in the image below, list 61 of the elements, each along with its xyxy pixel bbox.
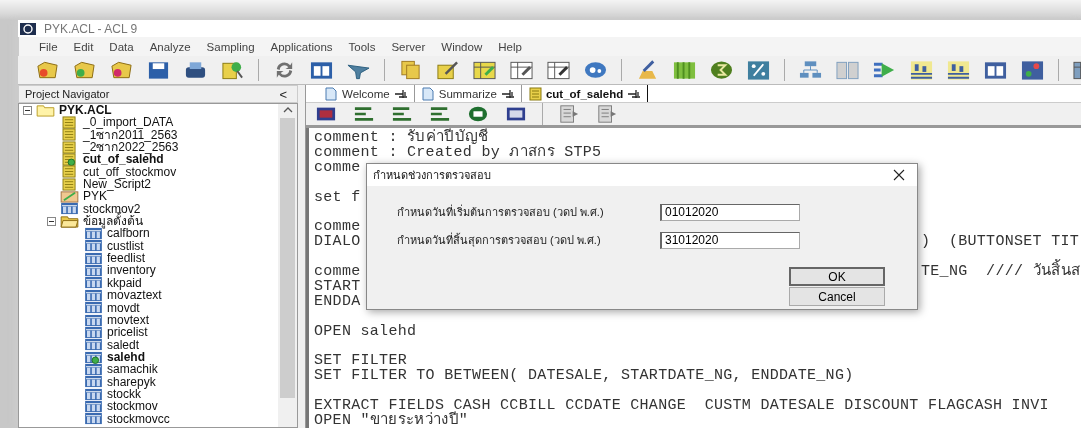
code-line: OPEN salehd [314,323,417,339]
code-line: comme [314,159,361,175]
tree-item[interactable]: calfborn [107,227,150,240]
menu-item[interactable]: Help [490,40,530,53]
dialog-title: กำหนดช่วงการตรวจสอบ [373,168,491,183]
tree-item[interactable]: cut_off_stockmov [83,165,177,179]
tree-item[interactable]: samachik [107,363,158,376]
tab[interactable]: Welcome [318,85,415,102]
menu-item[interactable]: Data [101,40,142,53]
code-line: SET FILTER TO BETWEEN( DATESALE, STARTDATE_NG, ENDDATE_NG) [314,368,854,384]
tree-item[interactable]: kkpaid [107,276,142,290]
tree-item[interactable]: _2ซาก2022_2563 [83,141,179,154]
code-line: ) (BUTTONSET TIT [921,232,1080,252]
tree-item[interactable]: movdt [107,301,140,314]
date-field[interactable]: 31012020 [660,231,800,249]
tree-item[interactable]: salehd [107,350,145,364]
code-line: comme [314,264,361,279]
tree-item[interactable]: sharepyk [107,375,156,388]
tree-item[interactable]: feedlist [107,252,146,265]
tree-item[interactable]: _0_import_DATA [83,116,174,129]
menu-item[interactable]: File [31,40,66,53]
code-line: comment : Created by ภาสกร STP5 [314,144,602,160]
menu-item[interactable]: Applications [262,40,341,53]
code-line: ENDDA [314,293,361,309]
tree-item[interactable]: stockmovcc [107,412,170,425]
menu-item[interactable]: Sampling [198,40,263,53]
tree-item[interactable]: movtext [107,313,149,327]
code-line: DIALO [314,234,361,250]
code-line: set f [314,189,361,205]
tree-item[interactable]: custlist [107,239,144,253]
code-line: comment : รับค่าปีบัญชี [314,130,489,145]
window-title: PYK.ACL - ACL 9 [44,21,138,36]
menu-item[interactable]: Tools [340,40,384,53]
panel-title: Project Navigator [25,88,110,100]
tab[interactable]: cut_of_salehd [521,85,649,102]
tree-item[interactable]: pricelist [107,326,148,339]
menu-item[interactable]: Edit [65,40,102,53]
ok-button[interactable]: OK [789,267,885,286]
menu-item[interactable]: Window [433,40,491,53]
menu-item[interactable]: Analyze [141,40,199,53]
menu-item[interactable]: Server [383,40,434,53]
collapse-button[interactable]: < [275,86,291,102]
tree-item[interactable]: PYK [83,190,107,203]
field-label: กำหนดวันที่เริ่มต้นการตรวจสอบ (วดป พ.ศ.) [397,203,605,220]
code-line: comme [314,219,361,235]
tree-item[interactable]: stockk [107,387,141,401]
tree-item[interactable]: inventory [107,264,156,277]
tree-item[interactable]: New_Script2 [83,178,152,191]
code-line: OPEN "ขายระหว่างปี" [314,412,469,428]
tree-item[interactable]: cut_of_salehd [83,153,164,166]
tree-item[interactable]: stockmov [107,400,158,413]
tree-item[interactable]: saledt [107,338,140,351]
cancel-button[interactable]: Cancel [789,287,885,306]
code-line: START [314,278,361,294]
tree-item[interactable]: _1ซาก2011_2563 [83,128,178,142]
tree-item[interactable]: movaztext [107,289,162,302]
tab[interactable]: Summarize [414,85,522,102]
tree-item[interactable]: PYK.ACL [59,104,112,117]
code-line: SET FILTER [314,353,407,369]
date-field[interactable]: 01012020 [660,203,800,221]
field-label: กำหนดวันที่สิ้นสุดการตรวจสอบ (วดป พ.ศ.) [397,231,602,249]
